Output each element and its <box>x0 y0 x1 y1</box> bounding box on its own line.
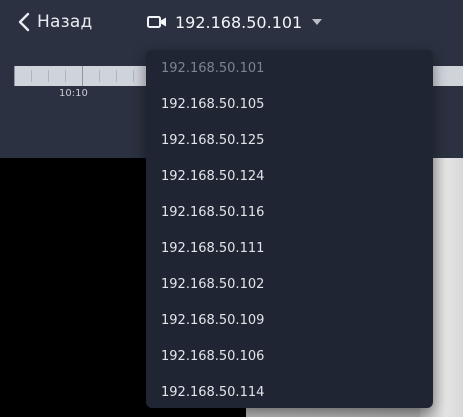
camera-dropdown: 192.168.50.101 192.168.50.105 192.168.50… <box>146 50 433 408</box>
dropdown-item[interactable]: 192.168.50.116 <box>146 194 433 230</box>
dropdown-item[interactable]: 192.168.50.109 <box>146 302 433 338</box>
dropdown-item[interactable]: 192.168.50.111 <box>146 230 433 266</box>
timeline-tick <box>48 70 49 82</box>
dropdown-item[interactable]: 192.168.50.124 <box>146 158 433 194</box>
caret-down-icon <box>312 19 323 25</box>
camera-label: 192.168.50.101 <box>175 12 303 32</box>
video-camera-icon <box>147 15 167 29</box>
timeline-tick <box>82 66 83 86</box>
top-bar: Назад 192.168.50.101 <box>0 0 463 46</box>
back-button[interactable]: Назад <box>18 8 92 36</box>
timeline-time-label: 10:10 <box>59 88 88 99</box>
dropdown-item[interactable]: 192.168.50.125 <box>146 122 433 158</box>
camera-selector[interactable]: 192.168.50.101 <box>147 8 323 36</box>
timeline-tick <box>116 70 117 82</box>
timeline-tick <box>31 70 32 82</box>
dropdown-item-selected[interactable]: 192.168.50.101 <box>146 50 433 86</box>
timeline-tick <box>133 70 134 82</box>
dropdown-item[interactable]: 192.168.50.106 <box>146 338 433 374</box>
timeline-tick <box>65 70 66 82</box>
chevron-left-icon <box>18 12 30 32</box>
timeline-tick <box>14 66 15 86</box>
dropdown-item[interactable]: 192.168.50.114 <box>146 374 433 410</box>
timeline-tick <box>99 70 100 82</box>
dropdown-item[interactable]: 192.168.50.105 <box>146 86 433 122</box>
back-label: Назад <box>37 12 93 32</box>
dropdown-item[interactable]: 192.168.50.102 <box>146 266 433 302</box>
